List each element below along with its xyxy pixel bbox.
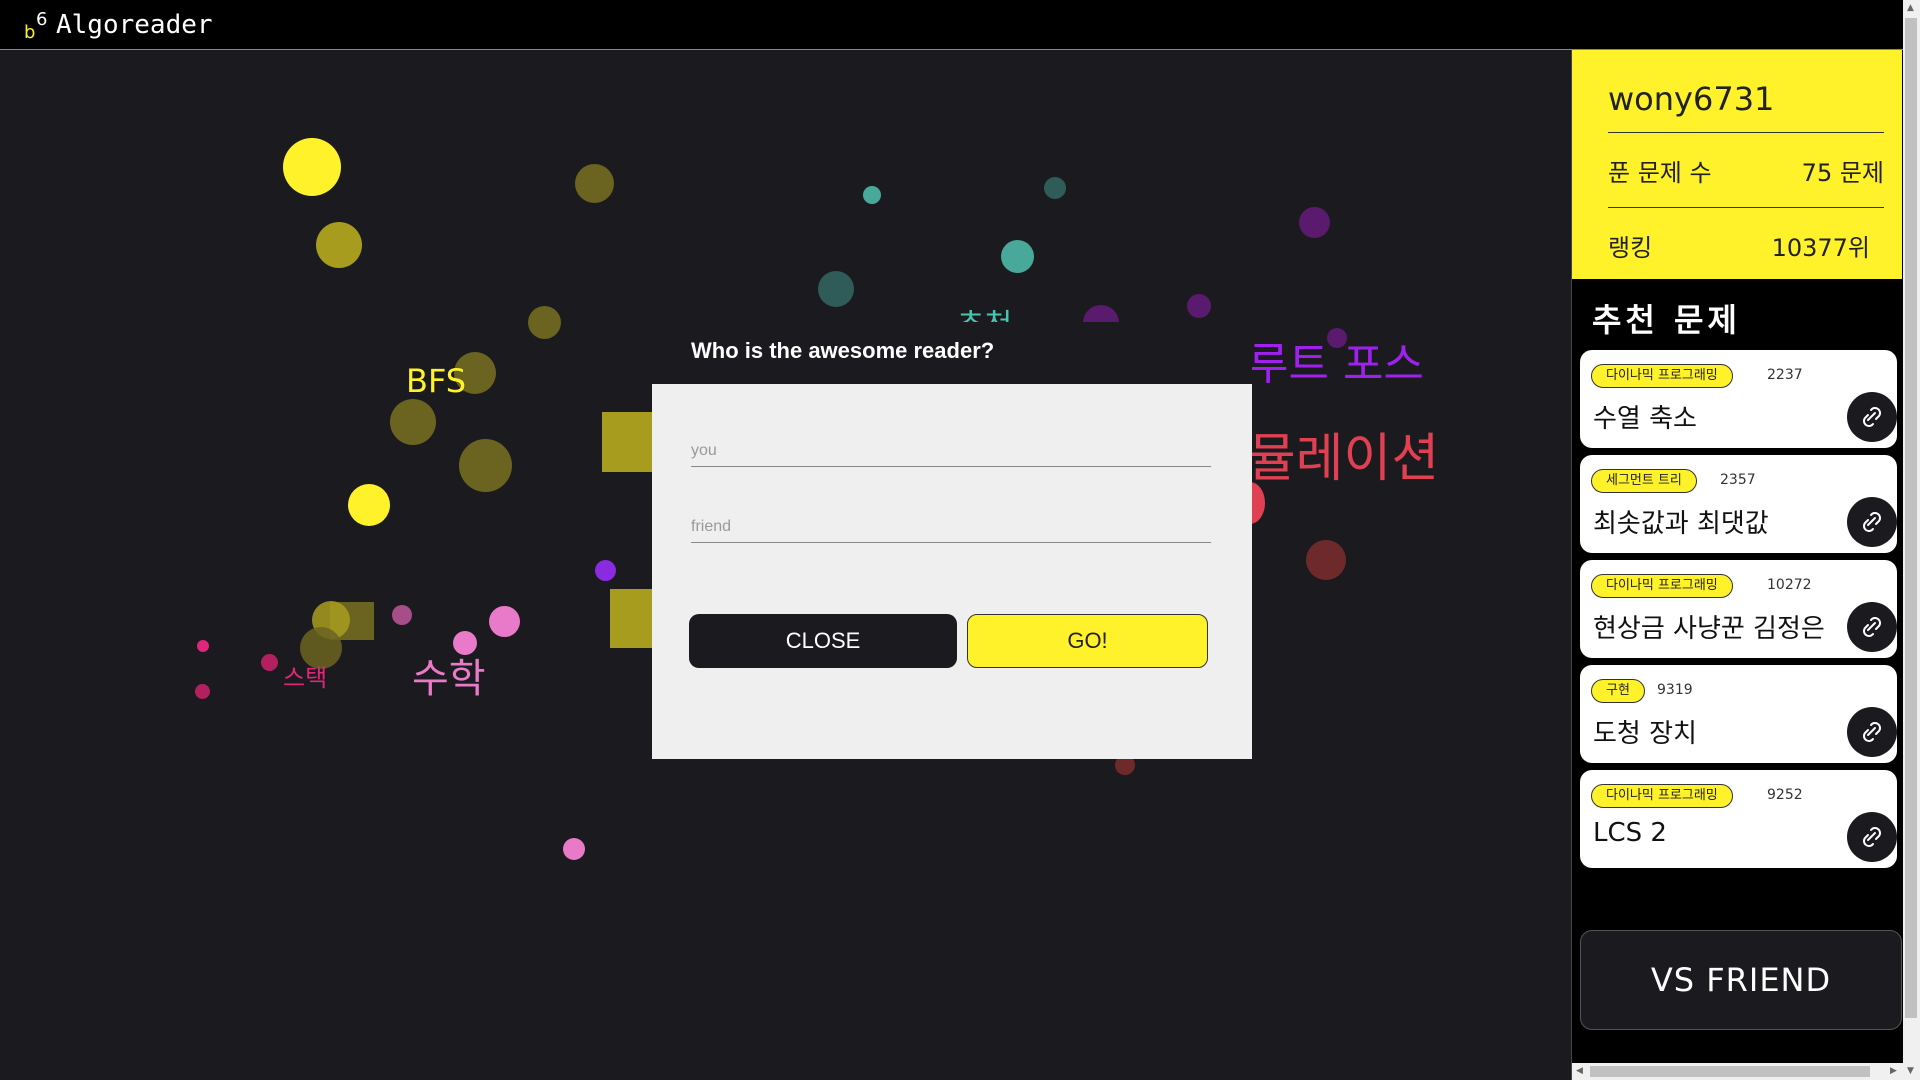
link-icon[interactable] [1847, 602, 1897, 652]
problem-id: 2357 [1720, 472, 1756, 488]
graph-node[interactable] [528, 306, 561, 339]
graph-node[interactable] [390, 399, 436, 445]
friend-input[interactable] [691, 518, 1211, 536]
logo[interactable]: b 6 Algoreader [22, 6, 213, 44]
problem-tag: 구현 [1591, 679, 1645, 703]
rank-row: 랭킹 10377위 [1608, 207, 1884, 282]
horizontal-scrollbar[interactable]: ◀ ▶ [1572, 1063, 1903, 1080]
scroll-down-icon[interactable]: ▼ [1907, 1066, 1914, 1076]
graph-label-bfs: BFS [406, 362, 467, 400]
graph-node[interactable] [575, 164, 614, 203]
problem-id: 10272 [1767, 577, 1812, 593]
graph-node[interactable] [818, 271, 854, 307]
graph-node[interactable] [1306, 540, 1346, 580]
solved-row: 푼 문제 수 75 문제 [1608, 132, 1884, 207]
username: wony6731 [1608, 80, 1775, 118]
graph-node[interactable] [563, 838, 585, 860]
logo-icon: b 6 [22, 8, 52, 43]
graph-node[interactable] [863, 186, 881, 204]
graph-node[interactable] [1299, 207, 1330, 238]
graph-node[interactable] [316, 222, 362, 268]
graph-node[interactable] [489, 606, 520, 637]
graph-node[interactable] [1001, 240, 1034, 273]
graph-node[interactable] [595, 560, 616, 581]
graph-label-math: 수학 [412, 656, 486, 702]
graph-node[interactable] [197, 640, 209, 652]
problem-tag: 다이나믹 프로그래밍 [1591, 574, 1733, 598]
solved-label: 푼 문제 수 [1608, 158, 1712, 187]
graph-node[interactable] [392, 605, 412, 625]
you-field [691, 436, 1211, 467]
scroll-up-icon[interactable]: ▲ [1907, 3, 1914, 13]
graph-node[interactable] [348, 484, 390, 526]
graph-label-brute-force: 루트 포스 [1248, 339, 1424, 390]
problem-tag: 다이나믹 프로그래밍 [1591, 784, 1733, 808]
problem-card[interactable]: 구현 9319 도청 장치 [1580, 665, 1897, 763]
profile-card: wony6731 푼 문제 수 75 문제 랭킹 10377위 [1572, 50, 1902, 279]
rank-value: 10377위 [1771, 233, 1870, 262]
vs-friend-button[interactable]: VS FRIEND [1580, 930, 1902, 1030]
modal-body: CLOSE GO! [652, 384, 1252, 759]
problem-name: LCS 2 [1593, 818, 1667, 848]
you-input[interactable] [691, 442, 1211, 460]
graph-node[interactable] [283, 138, 341, 196]
graph-node[interactable] [1044, 177, 1066, 199]
problem-card[interactable]: 다이나믹 프로그래밍 10272 현상금 사냥꾼 김정은 [1580, 560, 1897, 658]
link-icon[interactable] [1847, 812, 1897, 862]
close-button[interactable]: CLOSE [689, 614, 957, 668]
problem-id: 9252 [1767, 787, 1803, 803]
problem-name: 최솟값과 최댓값 [1593, 509, 1769, 539]
problem-name: 수열 축소 [1593, 404, 1697, 434]
link-icon[interactable] [1847, 497, 1897, 547]
right-panel: wony6731 푼 문제 수 75 문제 랭킹 10377위 추천 문제 다이… [1571, 50, 1904, 1080]
top-bar: b 6 Algoreader [0, 0, 1903, 50]
graph-node[interactable] [261, 654, 278, 671]
modal-title: Who is the awesome reader? [691, 338, 995, 363]
problem-id: 2237 [1767, 367, 1803, 383]
problem-card[interactable]: 세그먼트 트리 2357 최솟값과 최댓값 [1580, 455, 1897, 553]
problem-tag: 다이나믹 프로그래밍 [1591, 364, 1733, 388]
rank-label: 랭킹 [1608, 233, 1653, 262]
graph-node[interactable] [610, 589, 654, 648]
problem-tag: 세그먼트 트리 [1591, 469, 1697, 493]
solved-value: 75 문제 [1801, 158, 1884, 187]
problem-name: 현상금 사냥꾼 김정은 [1593, 614, 1825, 644]
svg-text:b: b [24, 22, 35, 42]
problem-name: 도청 장치 [1593, 719, 1697, 749]
scroll-left-icon[interactable]: ◀ [1576, 1066, 1583, 1076]
link-icon[interactable] [1847, 707, 1897, 757]
graph-label-stack: 스택 [283, 664, 328, 692]
svg-text:6: 6 [36, 9, 47, 30]
recommend-title: 추천 문제 [1592, 301, 1741, 339]
scroll-right-icon[interactable]: ▶ [1890, 1066, 1897, 1076]
graph-node[interactable] [195, 684, 210, 699]
problem-id: 9319 [1657, 682, 1693, 698]
scroll-thumb[interactable] [1905, 18, 1917, 1018]
friend-field [691, 512, 1211, 543]
graph-node[interactable] [1187, 294, 1211, 318]
app-title: Algoreader [56, 10, 213, 40]
vertical-scrollbar[interactable]: ▲ ▼ [1903, 0, 1920, 1080]
link-icon[interactable] [1847, 392, 1897, 442]
go-button[interactable]: GO! [967, 614, 1208, 668]
scroll-thumb[interactable] [1590, 1066, 1870, 1077]
problem-card[interactable]: 다이나믹 프로그래밍 9252 LCS 2 [1580, 770, 1897, 868]
problem-card[interactable]: 다이나믹 프로그래밍 2237 수열 축소 [1580, 350, 1897, 448]
graph-node[interactable] [602, 412, 654, 472]
graph-node[interactable] [459, 439, 512, 492]
reader-modal: Who is the awesome reader? CLOSE GO! [652, 322, 1252, 759]
modal-header: Who is the awesome reader? [652, 322, 1252, 384]
